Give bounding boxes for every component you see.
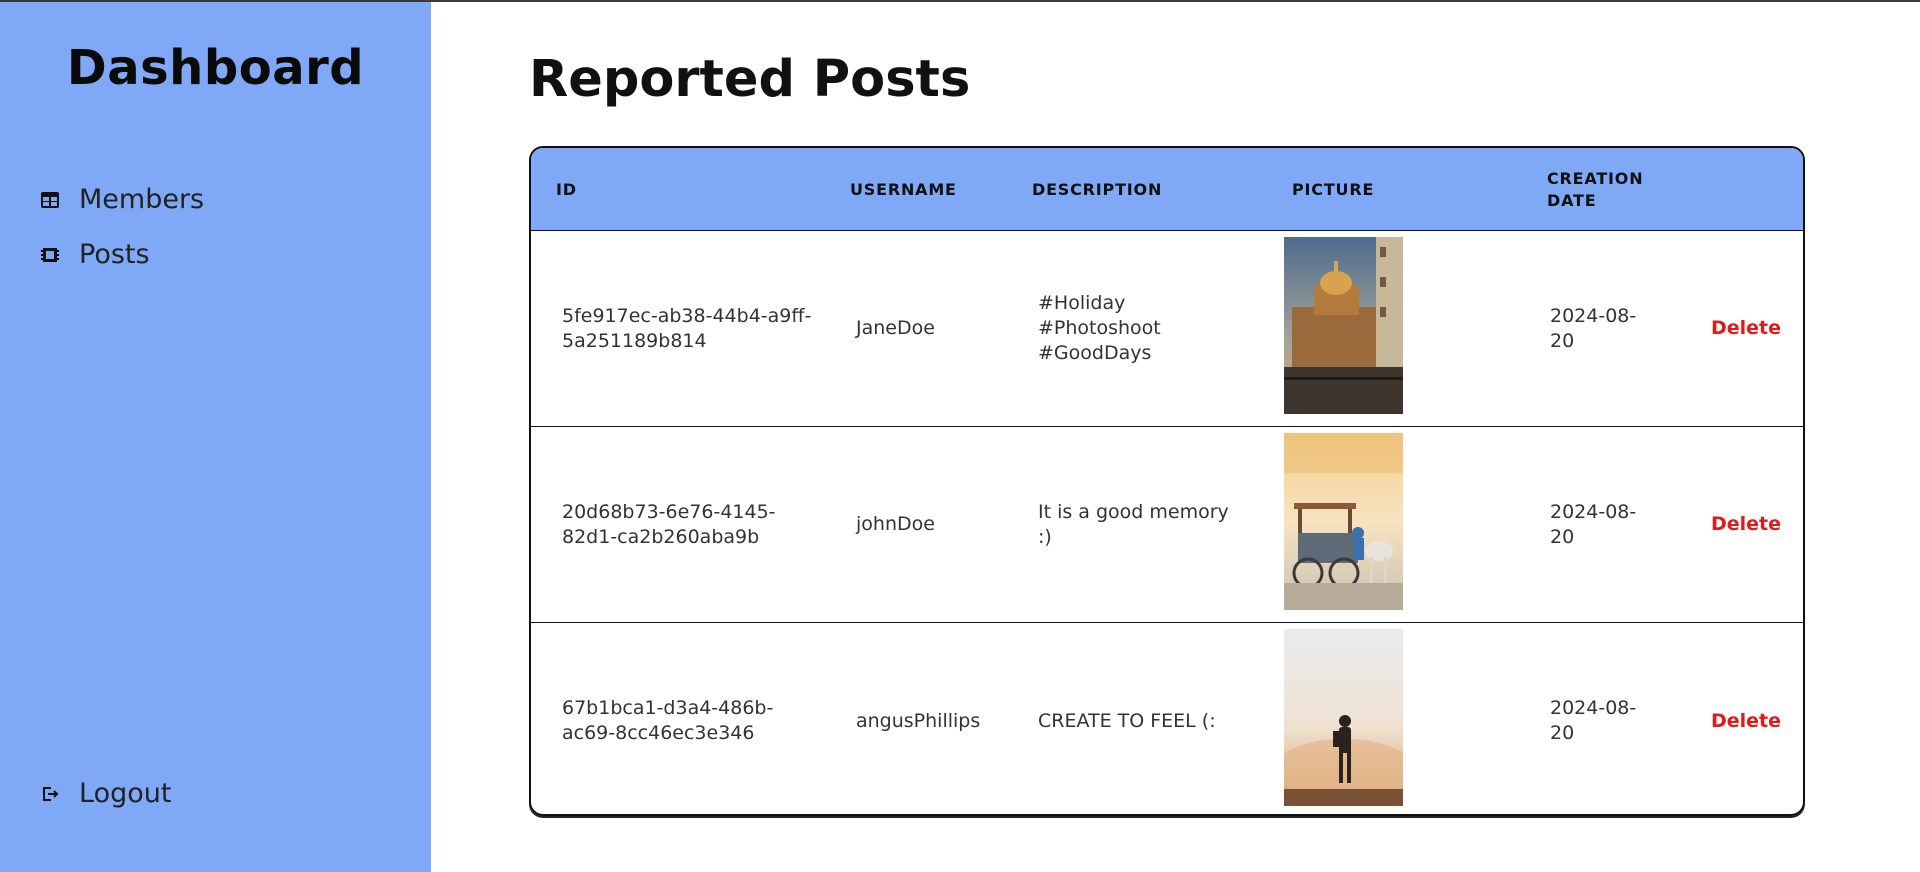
delete-button[interactable]: Delete bbox=[1711, 623, 1791, 814]
logout-button[interactable]: Logout bbox=[40, 778, 171, 809]
sidebar: Dashboard Members Posts Logout bbox=[0, 2, 431, 872]
chip-icon bbox=[40, 245, 60, 265]
post-creation-date: 2024-08-20 bbox=[1550, 304, 1637, 352]
logout-icon bbox=[40, 784, 60, 804]
table-icon bbox=[40, 190, 60, 210]
post-id: 5fe917ec-ab38-44b4-a9ff-5a251189b814 bbox=[562, 304, 812, 352]
table-row: 20d68b73-6e76-4145-82d1-ca2b260aba9b joh… bbox=[531, 427, 1803, 623]
sidebar-item-label: Posts bbox=[79, 239, 150, 270]
main-content: Reported Posts ID USERNAME DESCRIPTION P… bbox=[431, 2, 1920, 872]
column-header-description: DESCRIPTION bbox=[1032, 179, 1163, 199]
post-picture bbox=[1284, 237, 1403, 414]
column-header-username: USERNAME bbox=[850, 179, 957, 199]
post-description: It is a good memory :) bbox=[1038, 500, 1229, 548]
column-header-creation-date: CREATION DATE bbox=[1547, 168, 1644, 210]
column-header-picture: PICTURE bbox=[1292, 179, 1375, 199]
table-header: ID USERNAME DESCRIPTION PICTURE CREATION… bbox=[531, 148, 1803, 231]
sidebar-item-members[interactable]: Members bbox=[40, 184, 204, 215]
post-creation-date: 2024-08-20 bbox=[1550, 500, 1637, 548]
post-picture bbox=[1284, 629, 1403, 806]
logout-label: Logout bbox=[79, 778, 172, 809]
post-picture bbox=[1284, 433, 1403, 610]
sidebar-item-posts[interactable]: Posts bbox=[40, 239, 150, 270]
post-creation-date: 2024-08-20 bbox=[1550, 697, 1637, 744]
post-description: #Holiday #Photoshoot #GoodDays bbox=[1038, 292, 1161, 364]
post-username: johnDoe bbox=[856, 513, 935, 535]
delete-button[interactable]: Delete bbox=[1711, 231, 1791, 426]
brand-title: Dashboard bbox=[66, 40, 365, 96]
post-username: JaneDoe bbox=[856, 317, 935, 339]
table-row: 5fe917ec-ab38-44b4-a9ff-5a251189b814 Jan… bbox=[531, 231, 1803, 427]
reported-posts-table: ID USERNAME DESCRIPTION PICTURE CREATION… bbox=[529, 146, 1805, 816]
post-id: 20d68b73-6e76-4145-82d1-ca2b260aba9b bbox=[562, 500, 776, 548]
column-header-id: ID bbox=[556, 179, 577, 199]
page-title: Reported Posts bbox=[529, 50, 971, 109]
post-username: angusPhillips bbox=[856, 709, 981, 732]
sidebar-item-label: Members bbox=[79, 184, 205, 215]
post-id: 67b1bca1-d3a4-486b-ac69-8cc46ec3e346 bbox=[562, 697, 774, 744]
post-description: CREATE TO FEEL (: bbox=[1038, 709, 1216, 732]
delete-button[interactable]: Delete bbox=[1711, 427, 1791, 622]
table-row: 67b1bca1-d3a4-486b-ac69-8cc46ec3e346 ang… bbox=[531, 623, 1803, 814]
